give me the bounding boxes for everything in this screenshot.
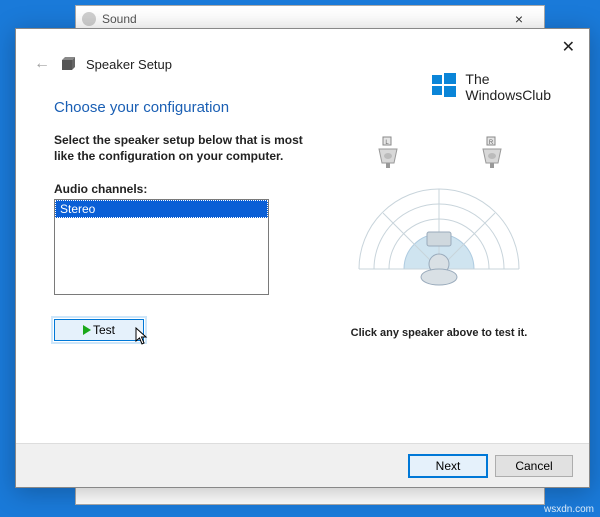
speaker-diagram-column: L R bbox=[319, 99, 559, 341]
cancel-button[interactable]: Cancel bbox=[495, 455, 573, 477]
close-icon[interactable]: ✕ bbox=[562, 37, 575, 57]
svg-text:R: R bbox=[489, 140, 494, 146]
branding-text: The WindowsClub bbox=[465, 71, 551, 103]
sound-app-icon bbox=[82, 12, 96, 26]
audio-channels-label: Audio channels: bbox=[54, 182, 299, 196]
next-button[interactable]: Next bbox=[409, 455, 487, 477]
config-column: Choose your configuration Select the spe… bbox=[54, 99, 299, 341]
audio-channels-listbox[interactable]: Stereo bbox=[54, 199, 269, 295]
instruction-text: Select the speaker setup below that is m… bbox=[54, 132, 314, 164]
back-arrow-icon[interactable]: ← bbox=[34, 55, 50, 73]
wizard-title: Speaker Setup bbox=[86, 57, 172, 72]
choose-configuration-heading: Choose your configuration bbox=[54, 99, 299, 116]
test-button-label: Test bbox=[93, 323, 115, 337]
wizard-body: Choose your configuration Select the spe… bbox=[16, 83, 589, 341]
speaker-diagram: L R bbox=[339, 129, 539, 299]
watermark: wsxdn.com bbox=[544, 504, 594, 515]
list-item[interactable]: Stereo bbox=[55, 200, 268, 218]
left-speaker-icon: L bbox=[379, 137, 397, 168]
branding-line2: WindowsClub bbox=[465, 87, 551, 103]
test-button[interactable]: Test bbox=[54, 319, 144, 341]
speaker-hint-text: Click any speaker above to test it. bbox=[319, 327, 559, 339]
play-icon bbox=[83, 325, 91, 335]
wizard-footer: Next Cancel bbox=[16, 443, 589, 487]
close-icon[interactable]: × bbox=[500, 11, 538, 27]
cancel-button-label: Cancel bbox=[515, 459, 552, 473]
cursor-icon bbox=[135, 327, 151, 350]
sound-window-title: Sound bbox=[102, 12, 137, 26]
branding-line1: The bbox=[465, 71, 551, 87]
branding-logo: The WindowsClub bbox=[431, 71, 551, 103]
windows-logo-icon bbox=[431, 72, 457, 103]
right-speaker-icon: R bbox=[483, 137, 501, 168]
speaker-setup-icon bbox=[60, 56, 76, 72]
speaker-setup-dialog: ✕ ← Speaker Setup The WindowsClub Choose… bbox=[15, 28, 590, 488]
next-button-label: Next bbox=[436, 459, 461, 473]
